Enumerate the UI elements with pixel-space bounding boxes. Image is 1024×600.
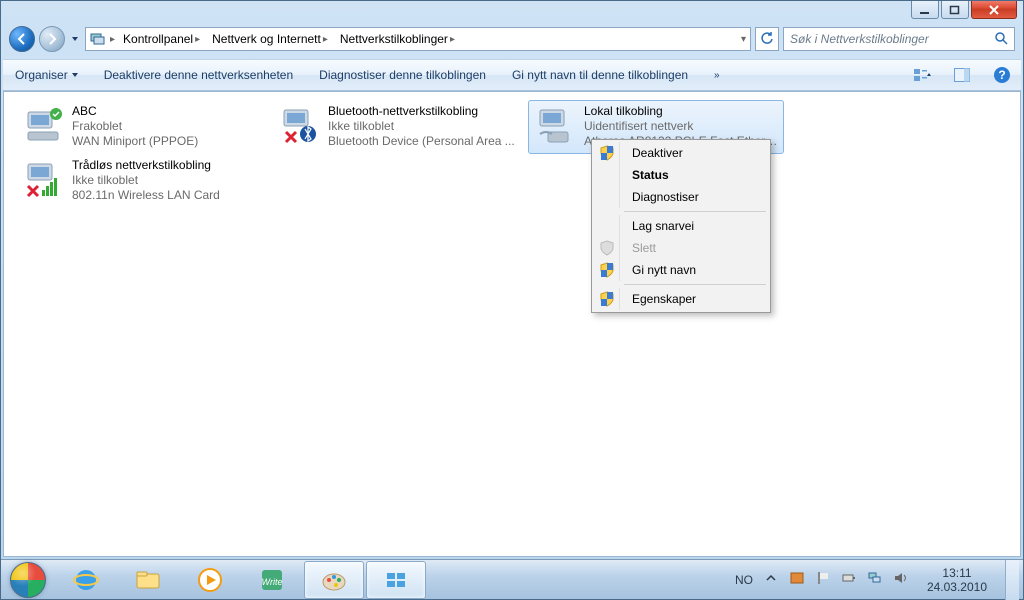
- shield-icon: [599, 145, 615, 161]
- shield-icon: [599, 291, 615, 307]
- shield-icon: [599, 262, 615, 278]
- taskbar-paint[interactable]: [304, 561, 364, 599]
- connection-name: Trådløs nettverkstilkobling: [72, 158, 220, 173]
- connection-item[interactable]: Trådløs nettverkstilkobling Ikke tilkobl…: [16, 154, 272, 208]
- bluetooth-icon: [278, 104, 320, 146]
- tray-network-icon[interactable]: [867, 570, 883, 589]
- rename-button[interactable]: Gi nytt navn til denne tilkoblingen: [508, 66, 692, 84]
- explorer-window: ▸ Kontrollpanel▸ Nettverk og Internett▸ …: [0, 0, 1024, 600]
- breadcrumb-item[interactable]: Nettverkstilkoblinger▸: [336, 28, 459, 50]
- lan-icon: [534, 104, 576, 146]
- help-button[interactable]: ?: [991, 64, 1013, 86]
- taskbar-wmp[interactable]: [180, 561, 240, 599]
- command-bar: Organiser Deaktivere denne nettverksenhe…: [3, 59, 1021, 91]
- connection-list: ABC Frakoblet WAN Miniport (PPPOE): [16, 100, 1008, 208]
- connection-status: Frakoblet: [72, 119, 198, 134]
- toolbar-overflow[interactable]: »: [710, 68, 724, 83]
- connection-status: Ikke tilkoblet: [72, 173, 220, 188]
- view-options-button[interactable]: [911, 64, 933, 86]
- nav-history-dropdown[interactable]: [69, 26, 81, 52]
- organize-menu[interactable]: Organiser: [11, 66, 82, 84]
- ctx-properties[interactable]: Egenskaper: [594, 288, 768, 310]
- search-input[interactable]: Søk i Nettverkstilkoblinger: [783, 27, 1015, 51]
- ctx-disable[interactable]: Deaktiver: [594, 142, 768, 164]
- taskbar-app1[interactable]: Write: [242, 561, 302, 599]
- refresh-button[interactable]: [755, 27, 779, 51]
- ctx-delete: Slett: [594, 237, 768, 259]
- disable-device-button[interactable]: Deaktivere denne nettverksenheten: [100, 66, 297, 84]
- connection-name: Bluetooth-nettverkstilkobling: [328, 104, 515, 119]
- back-button[interactable]: [9, 26, 35, 52]
- shield-icon: [599, 240, 615, 256]
- connection-detail: WAN Miniport (PPPOE): [72, 134, 198, 149]
- ctx-rename[interactable]: Gi nytt navn: [594, 259, 768, 281]
- svg-text:Write: Write: [262, 577, 283, 587]
- tray-volume-icon[interactable]: [893, 570, 909, 589]
- wifi-icon: [22, 158, 64, 200]
- ctx-separator: [624, 284, 766, 285]
- network-connections-icon: [90, 31, 106, 47]
- language-indicator[interactable]: NO: [735, 573, 753, 587]
- tray-icon[interactable]: [789, 570, 805, 589]
- minimize-button[interactable]: [911, 1, 939, 19]
- connection-detail: 802.11n Wireless LAN Card: [72, 188, 220, 203]
- search-icon: [994, 31, 1008, 48]
- connection-item[interactable]: ABC Frakoblet WAN Miniport (PPPOE): [16, 100, 272, 154]
- tray-power-icon[interactable]: [841, 570, 857, 589]
- ctx-status[interactable]: Status: [594, 164, 768, 186]
- show-desktop-button[interactable]: [1005, 560, 1019, 600]
- taskbar-app2[interactable]: [366, 561, 426, 599]
- clock[interactable]: 13:11 24.03.2010: [919, 566, 995, 594]
- address-dropdown-icon[interactable]: ▾: [741, 34, 746, 45]
- ctx-separator: [624, 211, 766, 212]
- start-button[interactable]: [1, 560, 55, 600]
- tray-flag-icon[interactable]: [815, 570, 831, 589]
- breadcrumb-item[interactable]: Kontrollpanel▸: [119, 28, 204, 50]
- context-menu: Deaktiver Status Diagnostiser Lag snarve…: [591, 139, 771, 313]
- dialup-icon: [22, 104, 64, 146]
- diagnose-button[interactable]: Diagnostiser denne tilkoblingen: [315, 66, 490, 84]
- connection-detail: Bluetooth Device (Personal Area ...: [328, 134, 515, 149]
- content-area: ABC Frakoblet WAN Miniport (PPPOE): [3, 91, 1021, 557]
- windows-orb-icon: [10, 562, 46, 598]
- taskbar-explorer[interactable]: [118, 561, 178, 599]
- breadcrumb-item[interactable]: Nettverk og Internett▸: [208, 28, 332, 50]
- maximize-button[interactable]: [941, 1, 969, 19]
- window-titlebar: [1, 1, 1023, 23]
- connection-name: Lokal tilkobling: [584, 104, 778, 119]
- connection-name: ABC: [72, 104, 198, 119]
- ctx-shortcut[interactable]: Lag snarvei: [594, 215, 768, 237]
- taskbar: Write NO 13:11 24.03.2010: [1, 559, 1023, 599]
- chevron-right-icon: ▸: [110, 34, 115, 45]
- system-tray: NO 13:11 24.03.2010: [731, 560, 1023, 600]
- address-bar[interactable]: ▸ Kontrollpanel▸ Nettverk og Internett▸ …: [85, 27, 751, 51]
- taskbar-ie[interactable]: [56, 561, 116, 599]
- svg-text:?: ?: [998, 68, 1005, 82]
- connection-status: Uidentifisert nettverk: [584, 119, 778, 134]
- preview-pane-button[interactable]: [951, 64, 973, 86]
- tray-up-icon[interactable]: [763, 570, 779, 589]
- ctx-diagnose[interactable]: Diagnostiser: [594, 186, 768, 208]
- close-button[interactable]: [971, 1, 1017, 19]
- connection-status: Ikke tilkoblet: [328, 119, 515, 134]
- navigation-bar: ▸ Kontrollpanel▸ Nettverk og Internett▸ …: [9, 23, 1015, 55]
- forward-button[interactable]: [39, 26, 65, 52]
- search-placeholder: Søk i Nettverkstilkoblinger: [790, 32, 929, 46]
- connection-item[interactable]: Bluetooth-nettverkstilkobling Ikke tilko…: [272, 100, 528, 154]
